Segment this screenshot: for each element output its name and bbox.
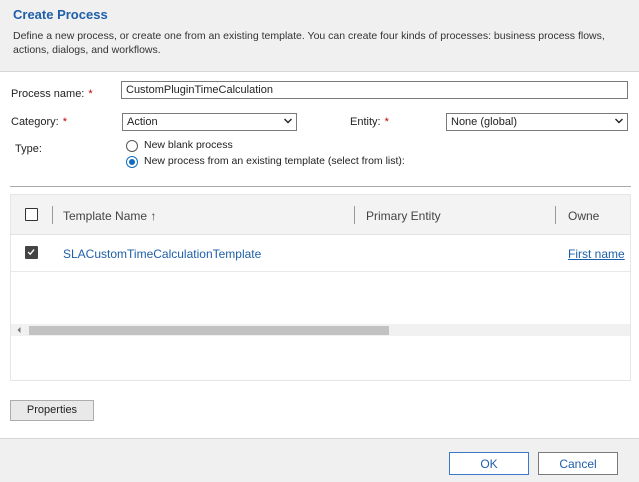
entity-select[interactable]: None (global) [446, 113, 628, 131]
properties-button[interactable]: Properties [10, 400, 94, 421]
column-header-primary-entity[interactable]: Primary Entity [366, 209, 441, 223]
entity-label: Entity: * [350, 116, 389, 128]
radio-label-new-from-template: New process from an existing template (s… [144, 155, 405, 167]
column-separator [52, 206, 53, 224]
chevron-down-icon [615, 118, 623, 124]
scrollbar-thumb[interactable] [29, 326, 389, 335]
owner-link[interactable]: First name [568, 247, 625, 261]
dialog-footer: OK Cancel [0, 438, 639, 482]
process-name-input[interactable] [121, 81, 628, 99]
radio-label-new-blank-process: New blank process [144, 139, 233, 151]
column-header-template-name[interactable]: Template Name ↑ [63, 209, 156, 223]
cancel-button[interactable]: Cancel [538, 452, 618, 475]
required-marker: * [62, 116, 67, 128]
template-name-link[interactable]: SLACustomTimeCalculationTemplate [63, 247, 261, 261]
radio-new-from-template[interactable] [126, 156, 138, 168]
column-separator [354, 206, 355, 224]
type-label: Type: [15, 143, 42, 155]
row-checkbox[interactable] [25, 246, 38, 259]
column-separator [555, 206, 556, 224]
horizontal-scrollbar[interactable] [11, 324, 630, 336]
required-marker: * [88, 88, 93, 100]
category-selected-value: Action [127, 116, 158, 128]
process-name-label: Process name: * [11, 88, 93, 100]
scroll-left-icon[interactable] [15, 326, 23, 334]
section-divider [10, 186, 631, 187]
grid-header: Template Name ↑ Primary Entity Owne [11, 195, 630, 235]
dialog-header: Create Process Define a new process, or … [0, 0, 639, 72]
sort-ascending-icon: ↑ [150, 209, 157, 223]
entity-selected-value: None (global) [451, 116, 518, 128]
required-marker: * [384, 116, 389, 128]
dialog-description: Define a new process, or create one from… [13, 30, 605, 56]
column-header-owner[interactable]: Owne [568, 209, 599, 223]
ok-button[interactable]: OK [449, 452, 529, 475]
category-select[interactable]: Action [122, 113, 297, 131]
chevron-down-icon [284, 118, 292, 124]
table-row[interactable]: SLACustomTimeCalculationTemplate First n… [11, 236, 630, 272]
category-label: Category: * [11, 116, 67, 128]
dialog-title: Create Process [13, 7, 108, 22]
select-all-checkbox[interactable] [25, 208, 38, 221]
radio-new-blank-process[interactable] [126, 140, 138, 152]
template-grid: Template Name ↑ Primary Entity Owne SLAC… [10, 194, 631, 381]
checkmark-icon [27, 249, 35, 256]
